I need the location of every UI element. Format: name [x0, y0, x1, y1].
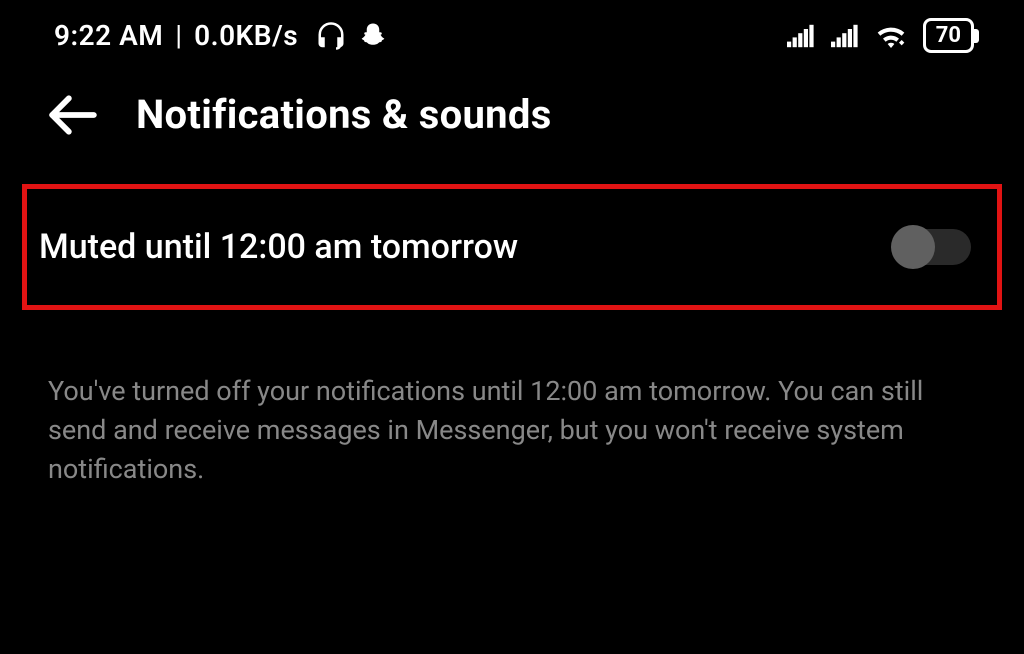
snapchat-icon	[358, 21, 388, 51]
mute-description: You've turned off your notifications unt…	[0, 310, 1024, 489]
status-data-rate: 0.0KB/s	[194, 19, 298, 52]
signal-icon-2	[831, 24, 859, 48]
signal-icon-1	[787, 24, 815, 48]
mute-setting-label: Muted until 12:00 am tomorrow	[39, 227, 518, 267]
mute-setting-row[interactable]: Muted until 12:00 am tomorrow	[22, 184, 1002, 310]
headphones-icon	[316, 21, 346, 51]
battery-level: 70	[936, 23, 961, 48]
mute-toggle[interactable]	[893, 229, 971, 265]
status-right: 70	[787, 18, 974, 53]
wifi-icon	[875, 23, 907, 49]
status-separator: |	[175, 19, 182, 52]
back-arrow-icon[interactable]	[48, 95, 98, 135]
page-header: Notifications & sounds	[0, 63, 1024, 172]
toggle-knob	[891, 225, 935, 269]
battery-indicator: 70	[923, 18, 974, 53]
page-title: Notifications & sounds	[136, 91, 552, 138]
status-left: 9:22 AM | 0.0KB/s	[54, 19, 388, 52]
status-bar: 9:22 AM | 0.0KB/s	[0, 0, 1024, 63]
status-time: 9:22 AM	[54, 19, 163, 52]
